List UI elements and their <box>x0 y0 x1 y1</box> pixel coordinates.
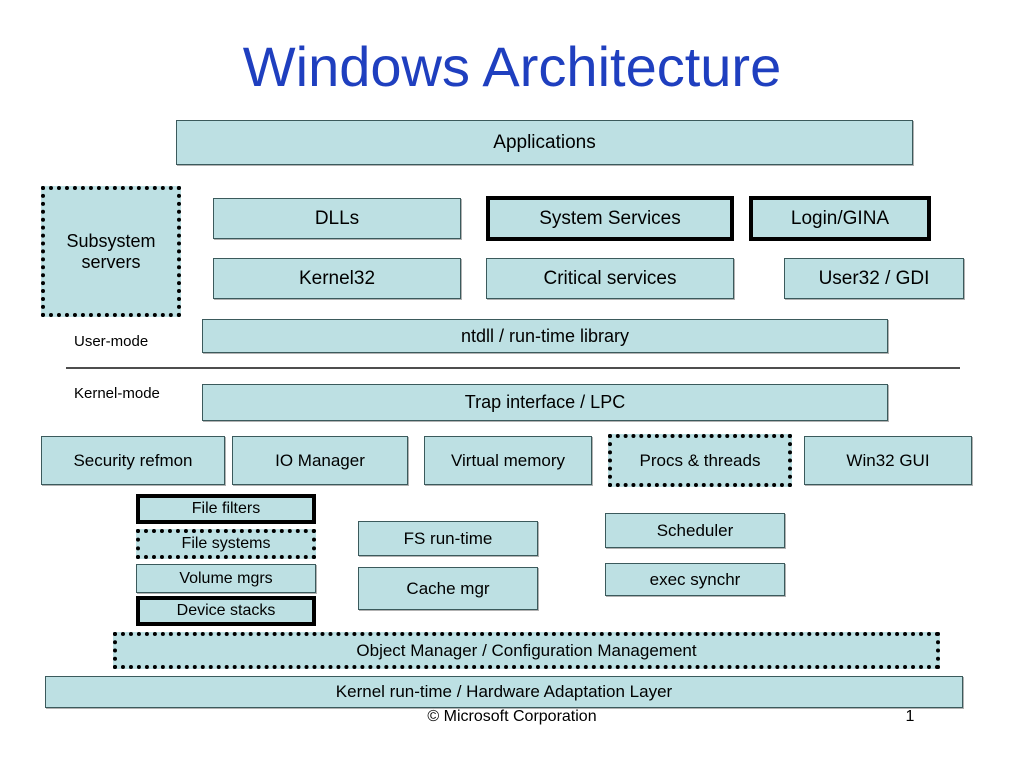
box-login-gina: Login/GINA <box>749 196 931 241</box>
box-label-device-stacks: Device stacks <box>176 602 276 620</box>
box-label-user32-gdi: User32 / GDI <box>818 267 930 289</box>
box-label-fs-run-time: FS run-time <box>403 528 493 548</box>
box-security-refmon: Security refmon <box>41 436 225 485</box>
box-label-ntdll: ntdll / run-time library <box>460 325 630 346</box>
box-label-scheduler: Scheduler <box>656 520 734 540</box>
box-label-exec-synchr: exec synchr <box>649 569 741 589</box>
footer-copyright: © Microsoft Corporation <box>427 708 597 725</box>
box-virtual-memory: Virtual memory <box>424 436 592 485</box>
box-label-subsystem-servers: Subsystem servers <box>66 231 156 272</box>
box-volume-mgrs: Volume mgrs <box>136 564 316 593</box>
box-label-win32-gui: Win32 GUI <box>846 450 930 470</box>
box-label-file-systems: File systems <box>181 535 271 553</box>
user-kernel-mode-divider <box>66 367 960 369</box>
box-file-systems: File systems <box>136 529 316 559</box>
footer-page-number: 1 <box>905 708 915 725</box>
box-trap-interface: Trap interface / LPC <box>202 384 888 421</box>
box-procs-threads: Procs & threads <box>608 434 792 487</box>
box-system-services: System Services <box>486 196 734 241</box>
box-label-kernel32: Kernel32 <box>298 267 376 289</box>
box-applications: Applications <box>176 120 913 165</box>
box-label-virtual-memory: Virtual memory <box>451 450 565 470</box>
box-label-applications: Applications <box>493 131 596 153</box>
box-label-procs-threads: Procs & threads <box>639 450 761 470</box>
box-scheduler: Scheduler <box>605 513 785 548</box>
box-kernel-run-time: Kernel run-time / Hardware Adaptation La… <box>45 676 963 708</box>
box-win32-gui: Win32 GUI <box>804 436 972 485</box>
box-io-manager: IO Manager <box>232 436 408 485</box>
box-file-filters: File filters <box>136 494 316 524</box>
box-fs-run-time: FS run-time <box>358 521 538 556</box>
box-label-object-manager: Object Manager / Configuration Managemen… <box>356 640 697 660</box>
user-mode-label: User-mode <box>74 333 149 350</box>
box-critical-services: Critical services <box>486 258 734 299</box>
box-exec-synchr: exec synchr <box>605 563 785 596</box>
box-dlls: DLLs <box>213 198 461 239</box>
box-label-volume-mgrs: Volume mgrs <box>179 569 273 587</box>
box-label-io-manager: IO Manager <box>275 450 365 470</box>
box-label-critical-services: Critical services <box>543 267 677 289</box>
box-kernel32: Kernel32 <box>213 258 461 299</box>
slide-canvas: Windows Architecture User-mode Kernel-mo… <box>0 0 1024 768</box>
page-title: Windows Architecture <box>242 35 782 98</box>
box-label-file-filters: File filters <box>191 500 261 518</box>
kernel-mode-label: Kernel-mode <box>74 385 160 402</box>
box-label-cache-mgr: Cache mgr <box>406 578 490 598</box>
box-label-system-services: System Services <box>539 207 681 229</box>
box-device-stacks: Device stacks <box>136 596 316 626</box>
box-cache-mgr: Cache mgr <box>358 567 538 610</box>
box-label-security-refmon: Security refmon <box>73 450 193 470</box>
box-label-kernel-run-time: Kernel run-time / Hardware Adaptation La… <box>335 682 673 702</box>
box-ntdll: ntdll / run-time library <box>202 319 888 353</box>
box-subsystem-servers: Subsystem servers <box>41 186 181 317</box>
box-label-login-gina: Login/GINA <box>790 207 890 229</box>
box-label-dlls: DLLs <box>314 207 360 229</box>
box-object-manager: Object Manager / Configuration Managemen… <box>113 632 940 669</box>
box-label-trap-interface: Trap interface / LPC <box>464 392 626 413</box>
box-user32-gdi: User32 / GDI <box>784 258 964 299</box>
